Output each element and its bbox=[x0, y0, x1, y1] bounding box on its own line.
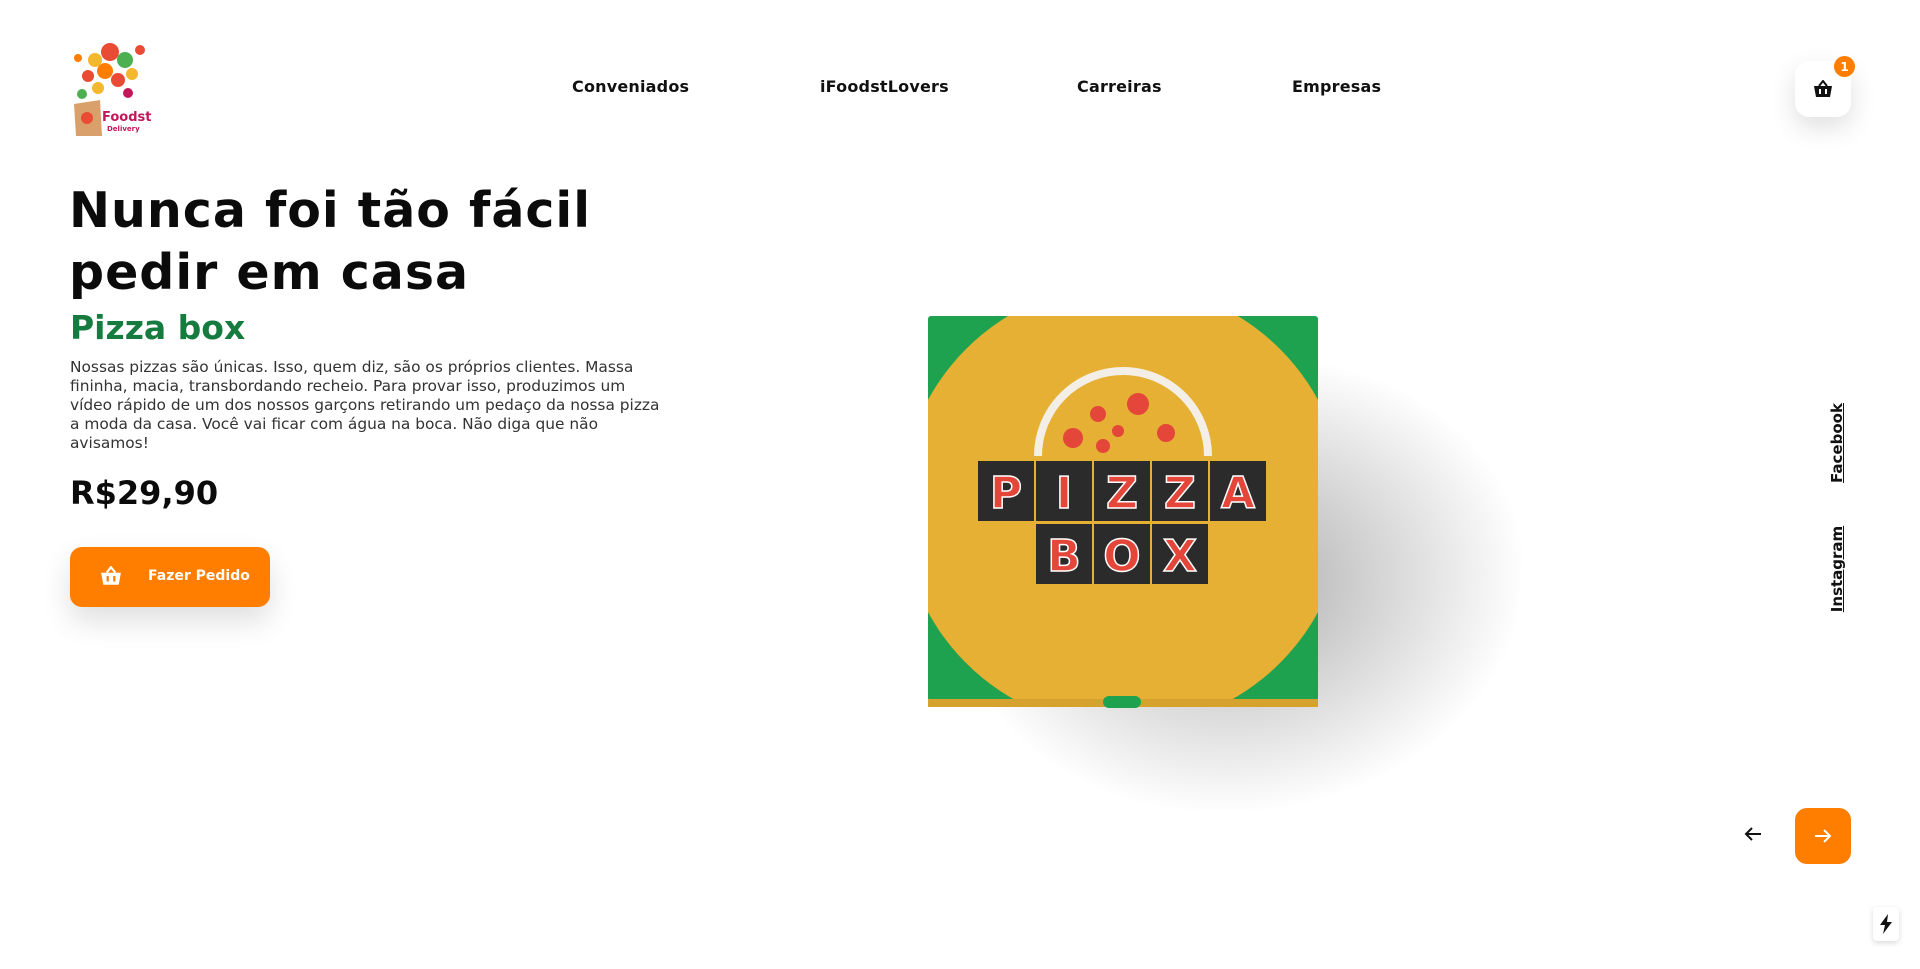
social-link-instagram[interactable]: Instagram bbox=[1828, 524, 1846, 614]
order-button[interactable]: Fazer Pedido bbox=[70, 547, 270, 607]
pizza-box-image: P I Z Z A B O X bbox=[928, 316, 1318, 708]
bolt-widget-button[interactable] bbox=[1873, 907, 1899, 941]
order-button-label: Fazer Pedido bbox=[148, 568, 250, 584]
carousel-next-button[interactable] bbox=[1795, 808, 1851, 864]
box-letter: X bbox=[1163, 531, 1197, 582]
arrow-right-icon bbox=[1815, 829, 1832, 843]
nav-link-carreiras[interactable]: Carreiras bbox=[1077, 77, 1162, 96]
box-letter: O bbox=[1103, 531, 1140, 582]
lightning-icon bbox=[1880, 914, 1892, 934]
basket-icon bbox=[1814, 80, 1832, 97]
logo-brand-text: Foodst bbox=[102, 110, 152, 125]
main-nav: Conveniados iFoodstLovers Carreiras Empr… bbox=[0, 77, 1920, 101]
nav-link-empresas[interactable]: Empresas bbox=[1292, 77, 1381, 96]
product-price: R$29,90 bbox=[70, 474, 219, 512]
nav-link-conveniados[interactable]: Conveniados bbox=[572, 77, 689, 96]
logo-tagline-text: Delivery bbox=[107, 125, 140, 133]
product-description: Nossas pizzas são únicas. Isso, quem diz… bbox=[70, 358, 660, 452]
product-name: Pizza box bbox=[70, 308, 246, 347]
nav-link-ifoodstlovers[interactable]: iFoodstLovers bbox=[820, 77, 949, 96]
basket-icon bbox=[100, 565, 122, 590]
arrow-left-icon bbox=[1744, 827, 1761, 841]
box-letter: A bbox=[1221, 468, 1255, 519]
hero-title: Nunca foi tão fácil pedir em casa bbox=[69, 182, 592, 301]
carousel-prev-button[interactable] bbox=[1733, 814, 1773, 854]
box-letter: I bbox=[1056, 468, 1072, 519]
box-letter: Z bbox=[1164, 468, 1196, 519]
cart-count-badge: 1 bbox=[1834, 56, 1855, 77]
social-link-facebook[interactable]: Facebook bbox=[1828, 403, 1846, 483]
box-letter: Z bbox=[1106, 468, 1138, 519]
box-letter: P bbox=[990, 468, 1022, 519]
box-letter: B bbox=[1047, 531, 1081, 582]
